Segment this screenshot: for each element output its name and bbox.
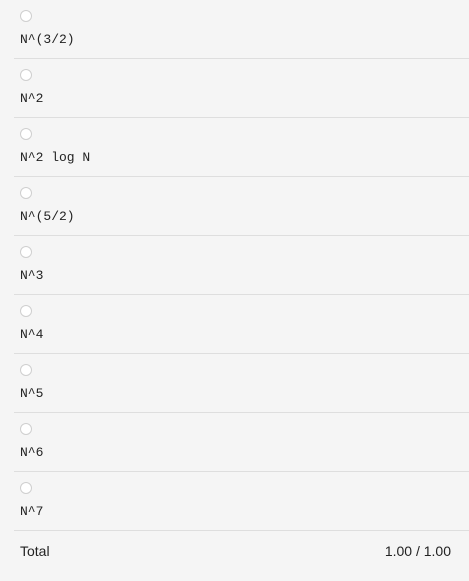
answer-option-5[interactable]: N^3 xyxy=(14,236,469,295)
answer-option-6[interactable]: N^4 xyxy=(14,295,469,354)
radio-button-6[interactable] xyxy=(20,305,32,317)
answer-option-1[interactable]: N^(3/2) xyxy=(14,0,469,59)
radio-button-3[interactable] xyxy=(20,128,32,140)
option-label: N^2 xyxy=(20,91,44,106)
radio-button-5[interactable] xyxy=(20,246,32,258)
option-label: N^6 xyxy=(20,445,44,460)
radio-button-7[interactable] xyxy=(20,364,32,376)
option-label: N^2 log N xyxy=(20,150,91,165)
option-label: N^5 xyxy=(20,386,44,401)
question-options-panel: N^(3/2) N^2 N^2 log N N^(5/2) N^3 N^4 N^… xyxy=(14,0,469,581)
answer-option-4[interactable]: N^(5/2) xyxy=(14,177,469,236)
answer-option-8[interactable]: N^6 xyxy=(14,413,469,472)
radio-button-2[interactable] xyxy=(20,69,32,81)
option-label: N^7 xyxy=(20,504,44,519)
option-label: N^3 xyxy=(20,268,44,283)
option-label: N^(3/2) xyxy=(20,32,75,47)
answer-option-3[interactable]: N^2 log N xyxy=(14,118,469,177)
answer-option-7[interactable]: N^5 xyxy=(14,354,469,413)
radio-button-4[interactable] xyxy=(20,187,32,199)
total-label: Total xyxy=(20,543,50,559)
total-row: Total 1.00 / 1.00 xyxy=(14,531,469,571)
option-label: N^(5/2) xyxy=(20,209,75,224)
radio-button-1[interactable] xyxy=(20,10,32,22)
total-score: 1.00 / 1.00 xyxy=(384,543,451,559)
option-label: N^4 xyxy=(20,327,44,342)
radio-button-9[interactable] xyxy=(20,482,32,494)
answer-option-9[interactable]: N^7 xyxy=(14,472,469,531)
answer-option-2[interactable]: N^2 xyxy=(14,59,469,118)
radio-button-8[interactable] xyxy=(20,423,32,435)
